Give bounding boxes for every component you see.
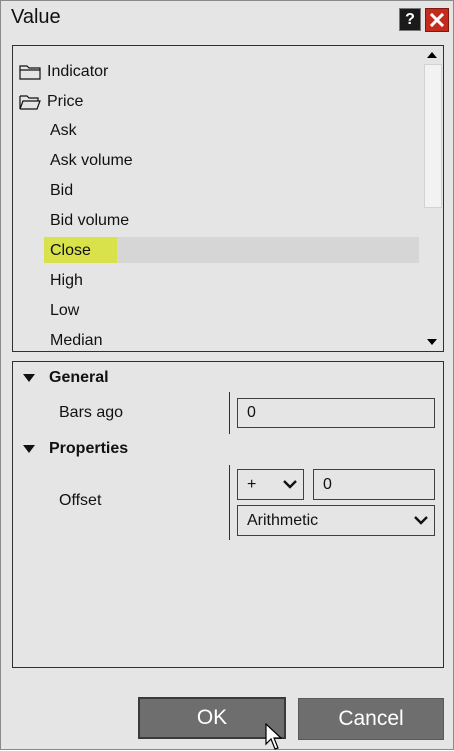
list-item-label: Close [50, 242, 91, 259]
close-icon [430, 13, 444, 27]
tree-item-price[interactable]: Price [19, 88, 419, 116]
offset-type-value: Arithmetic [247, 511, 319, 529]
triangle-up-icon [427, 52, 437, 58]
collapse-triangle-icon [23, 374, 35, 382]
offset-label: Offset [59, 492, 102, 509]
offset-value: 0 [323, 475, 332, 493]
list-item-label: Bid [50, 182, 74, 199]
list-item-label: High [50, 272, 83, 289]
bars-ago-input[interactable]: 0 [237, 398, 435, 428]
list-item-label: Ask [50, 122, 77, 139]
list-item-close[interactable]: Close [50, 237, 450, 265]
list-item-bid[interactable]: Bid [50, 177, 450, 205]
scroll-down-button[interactable] [422, 335, 442, 349]
column-divider [229, 392, 230, 434]
section-general[interactable]: General [23, 367, 109, 389]
cancel-button-label: Cancel [338, 707, 404, 730]
dialog-title: Value [11, 6, 61, 28]
offset-sign-value: + [247, 475, 257, 493]
list-item-high[interactable]: High [50, 267, 450, 295]
offset-value-input[interactable]: 0 [313, 469, 435, 500]
list-item-label: Median [50, 332, 103, 349]
offset-type-select[interactable]: Arithmetic [237, 505, 435, 536]
section-general-label: General [49, 369, 109, 386]
tree-item-label: Price [47, 93, 84, 110]
list-item-label: Ask volume [50, 152, 133, 169]
list-item-ask[interactable]: Ask [50, 117, 450, 145]
list-item-label: Low [50, 302, 80, 319]
list-item-label: Bid volume [50, 212, 130, 229]
list-item-ask-volume[interactable]: Ask volume [50, 147, 450, 175]
tree-item-indicator[interactable]: Indicator [19, 58, 419, 86]
section-properties-label: Properties [49, 440, 129, 457]
ok-button[interactable]: OK [138, 697, 286, 739]
title-bar: Value ? [1, 1, 453, 35]
help-icon: ? [405, 10, 415, 28]
value-dialog: Value ? Indicator Price Ask Ask volume B… [0, 0, 454, 750]
list-item-median[interactable]: Median [50, 327, 450, 355]
cancel-button[interactable]: Cancel [298, 698, 444, 740]
list-item-bid-volume[interactable]: Bid volume [50, 207, 450, 235]
properties-grid: General Bars ago 0 Properties Offset + 0… [12, 361, 444, 668]
close-button[interactable] [425, 8, 449, 32]
scroll-thumb[interactable] [424, 64, 442, 208]
list-item-low[interactable]: Low [50, 297, 450, 325]
chevron-down-icon [414, 515, 428, 525]
folder-open-icon [19, 95, 41, 110]
bars-ago-label: Bars ago [59, 404, 124, 421]
chevron-down-icon [283, 479, 297, 489]
offset-sign-select[interactable]: + [237, 469, 304, 500]
bars-ago-value: 0 [247, 404, 256, 421]
collapse-triangle-icon [23, 445, 35, 453]
ok-button-label: OK [196, 706, 228, 729]
mouse-cursor-icon [265, 723, 283, 750]
list-scrollbar[interactable] [422, 46, 442, 351]
section-properties[interactable]: Properties [23, 438, 128, 460]
scroll-up-button[interactable] [422, 48, 442, 62]
column-divider [229, 465, 230, 540]
folder-closed-icon [19, 65, 41, 80]
value-list[interactable]: Indicator Price Ask Ask volume Bid Bid v… [12, 45, 444, 352]
triangle-down-icon [427, 339, 437, 345]
tree-item-label: Indicator [47, 63, 109, 80]
help-button[interactable]: ? [399, 8, 421, 31]
